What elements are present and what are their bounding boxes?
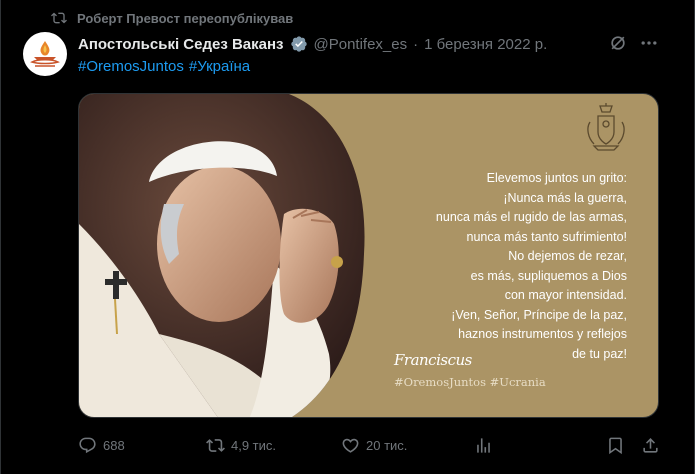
views-button[interactable] bbox=[474, 436, 493, 455]
quote-text: Elevemos juntos un grito: ¡Nunca más la … bbox=[397, 169, 627, 364]
like-button[interactable]: 20 тис. bbox=[341, 436, 407, 455]
share-button[interactable] bbox=[641, 436, 660, 455]
signature: Franciscus bbox=[394, 351, 472, 369]
repost-icon bbox=[51, 12, 67, 24]
quote-line: No dejemos de rezar, bbox=[508, 249, 627, 263]
reply-icon bbox=[79, 437, 96, 453]
more-icon[interactable] bbox=[639, 33, 659, 53]
reply-count: 688 bbox=[103, 437, 125, 453]
author-name[interactable]: Апостольські Седез Ваканз bbox=[78, 36, 284, 53]
retweet-count: 4,9 тис. bbox=[231, 437, 277, 453]
quote-line: haznos instrumentos y reflejos bbox=[458, 327, 627, 341]
separator-dot: · bbox=[413, 35, 419, 53]
repost-text[interactable]: Роберт Превост переопублікував bbox=[77, 11, 293, 26]
action-bar: 688 4,9 тис. 20 тис. bbox=[78, 434, 659, 456]
post-hashtags: #OremosJuntos #Україна bbox=[78, 58, 250, 75]
quote-line: es más, supliquemos a Dios bbox=[470, 268, 627, 283]
share-icon bbox=[643, 437, 658, 453]
repost-indicator[interactable]: Роберт Превост переопублікував bbox=[51, 9, 293, 27]
like-count: 20 тис. bbox=[366, 437, 408, 453]
quote-line: nunca más tanto sufrimiento! bbox=[466, 229, 628, 244]
post-image[interactable]: Elevemos juntos un grito: ¡Nunca más la … bbox=[78, 93, 659, 418]
retweet-button[interactable]: 4,9 тис. bbox=[206, 436, 276, 455]
image-hashtags: #OremosJuntos #Ucrania bbox=[394, 375, 546, 389]
reply-button[interactable]: 688 bbox=[78, 436, 125, 455]
quote-line: ¡Ven, Señor, Príncipe de la paz, bbox=[451, 307, 627, 322]
grok-icon[interactable] bbox=[608, 33, 628, 53]
verified-badge-icon[interactable] bbox=[290, 35, 308, 53]
avatar-logo-icon bbox=[30, 41, 60, 67]
retweet-icon bbox=[206, 438, 225, 452]
coat-of-arms-icon bbox=[587, 103, 625, 151]
tweet-card[interactable]: Роберт Превост переопублікував Апостольс… bbox=[0, 0, 695, 474]
bookmark-button[interactable] bbox=[606, 436, 625, 455]
quote-line: con mayor intensidad. bbox=[504, 288, 627, 302]
views-icon bbox=[477, 437, 490, 453]
quote-line: Elevemos juntos un grito: bbox=[486, 171, 627, 185]
author-handle[interactable]: @Pontifex_es bbox=[314, 36, 408, 53]
hashtag-link[interactable]: #Україна bbox=[189, 58, 250, 75]
hashtag-link[interactable]: #OremosJuntos bbox=[78, 58, 184, 75]
like-icon bbox=[342, 438, 359, 453]
quote-line: nunca más el rugido de las armas, bbox=[435, 210, 627, 224]
tweet-header: Апостольські Седез Ваканз @Pontifex_es ·… bbox=[78, 34, 654, 54]
quote-line: ¡Nunca más la guerra, bbox=[503, 190, 627, 205]
post-date[interactable]: 1 березня 2022 р. bbox=[424, 36, 547, 53]
bookmark-icon bbox=[609, 437, 622, 454]
avatar[interactable] bbox=[23, 32, 67, 76]
